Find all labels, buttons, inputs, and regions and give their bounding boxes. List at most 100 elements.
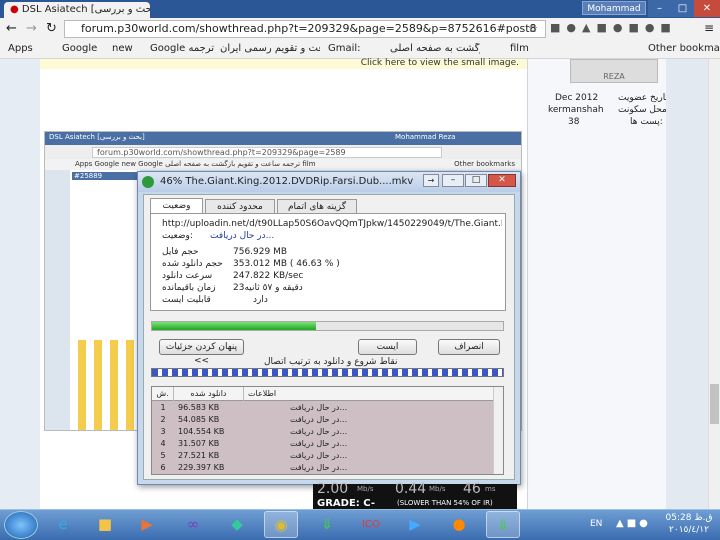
speed-grade: GRADE: C-: [317, 498, 375, 509]
join-date-label: تاریخ عضویت:: [618, 93, 671, 103]
image-notice[interactable]: Click here to view the small image.: [40, 59, 527, 69]
table-row[interactable]: 4 31.507 KB در حال دریافت...: [152, 438, 493, 450]
page-margin: [666, 59, 708, 509]
status-value: در حال دریافت...: [210, 231, 275, 241]
dialog-tray-button[interactable]: →: [423, 174, 439, 187]
clock-date[interactable]: ٢٠١٥/٤/١٢: [664, 525, 714, 535]
menu-icon[interactable]: ≡: [704, 21, 714, 35]
table-row[interactable]: 1 96.583 KB در حال دریافت...: [152, 402, 493, 414]
player-icon[interactable]: ▶: [398, 511, 432, 538]
tab-speed-limiter[interactable]: محدود کننده سرعت: [205, 199, 275, 226]
avatar-name: REZA: [603, 72, 625, 81]
embedded-tab-title: DSL Asiatech [بحث و بررسی]: [49, 133, 145, 141]
location-label: محل سکونت:: [618, 105, 670, 115]
bookmark-new[interactable]: new: [112, 43, 133, 54]
bookmark-gmail[interactable]: Gmail:: [328, 43, 361, 54]
ico-app-icon[interactable]: ICO: [354, 511, 388, 538]
row-downloaded: 27.521 KB: [178, 451, 220, 460]
language-indicator[interactable]: EN: [590, 519, 602, 529]
clock-time[interactable]: 05:28 ق.ظ: [664, 513, 714, 523]
close-button[interactable]: ✕: [694, 0, 720, 17]
row-info: در حال دریافت...: [290, 439, 348, 448]
bookmark-home[interactable]: بازگشت به صفحه اصلی ®: [390, 43, 480, 54]
media-player-icon[interactable]: ▶: [130, 511, 164, 538]
tray-icons[interactable]: ▲■●: [616, 518, 651, 529]
field-value-remaining: 23دقیقه و ٥٧ ثانیه: [233, 283, 303, 293]
speed-note: (SLOWER THAN 54% OF IR): [397, 499, 493, 507]
tab-completion-options[interactable]: گزینه های اتمام دانلود: [277, 199, 357, 226]
chrome-icon[interactable]: ◉: [264, 511, 298, 538]
table-row[interactable]: 5 27.521 KB در حال دریافت...: [152, 450, 493, 462]
tab-download-status[interactable]: وضعیت دانلود: [150, 198, 203, 225]
hide-details-button[interactable]: پنهان کردن جزئیات <<: [159, 339, 244, 366]
bookmark-apps[interactable]: Apps: [8, 43, 33, 54]
col-header-info[interactable]: اطلاعات: [244, 387, 493, 401]
idm-icon[interactable]: ⇓: [310, 511, 344, 538]
row-downloaded: 54.085 KB: [178, 415, 220, 424]
field-value-size: 756.929 MB: [233, 247, 288, 257]
embedded-user: Mohammad Reza: [395, 133, 456, 141]
app-icon[interactable]: ◆: [220, 511, 254, 538]
upload-speed: 0.44: [395, 481, 427, 497]
row-num: 5: [160, 451, 166, 460]
download-unit: Mb/s: [357, 485, 374, 493]
field-label-resume: قابلیت ایست: [162, 295, 211, 305]
dialog-close-button[interactable]: ✕: [488, 174, 516, 187]
other-bookmarks[interactable]: Other bookmarks: [648, 43, 720, 54]
forward-icon[interactable]: →: [26, 21, 37, 36]
visual-studio-icon[interactable]: ∞: [176, 511, 210, 538]
bookmark-translate[interactable]: Google ترجمه: [150, 43, 214, 54]
field-label-speed: سرعت دانلود: [162, 271, 213, 281]
firefox-icon[interactable]: ●: [442, 511, 476, 538]
embedded-bookmarks-text: Apps Google new Google ترجمه ساعت و تقوی…: [75, 160, 316, 168]
dialog-minimize-button[interactable]: –: [442, 174, 464, 187]
bookmark-calendar[interactable]: ساعت و تقویم رسمی ایران...: [220, 43, 320, 54]
segments-bar: [151, 368, 504, 377]
minimize-button[interactable]: –: [648, 0, 671, 17]
dialog-maximize-button[interactable]: □: [465, 174, 487, 187]
row-num: 1: [160, 403, 166, 412]
row-info: در حال دریافت...: [290, 463, 348, 472]
row-info: در حال دریافت...: [290, 451, 348, 460]
scrollbar-thumb[interactable]: [710, 384, 719, 424]
maximize-button[interactable]: □: [671, 0, 694, 17]
connections-header: ش. دانلود شده اطلاعات: [152, 387, 493, 401]
download-speed: 2.00: [317, 481, 349, 497]
browser-tab[interactable]: ● DSL Asiatech [بحث و بررسی] ×: [4, 2, 150, 18]
explorer-icon[interactable]: ■: [88, 511, 122, 538]
col-header-num[interactable]: ش.: [152, 387, 174, 401]
profile-button[interactable]: Mohammad Reza: [582, 1, 646, 28]
star-icon[interactable]: ☆: [528, 22, 538, 35]
row-num: 2: [160, 415, 166, 424]
list-scrollbar[interactable]: [493, 387, 503, 474]
row-downloaded: 31.507 KB: [178, 439, 220, 448]
avatar[interactable]: REZA: [570, 59, 658, 83]
posts-value: 38: [568, 117, 580, 127]
tab-favicon-icon: ●: [10, 4, 19, 15]
field-value-downloaded: 353.012 MB ( 46.63 % ): [233, 259, 340, 269]
connections-rows: 1 96.583 KB در حال دریافت... 2 54.085 KB در …: [152, 402, 493, 474]
page-scrollbar[interactable]: [708, 59, 720, 509]
cancel-button[interactable]: انصراف: [438, 339, 500, 355]
bookmark-google[interactable]: Google: [62, 43, 97, 54]
embedded-bookmarks: Apps Google new Google ترجمه ساعت و تقوی…: [45, 159, 521, 170]
extension-icons[interactable]: ■●▲■●■●■: [550, 21, 700, 37]
join-date-value: Dec 2012: [555, 93, 599, 103]
idm-active-icon[interactable]: ⇓: [486, 511, 520, 538]
row-downloaded: 96.583 KB: [178, 403, 220, 412]
ping-unit: ms: [485, 485, 496, 493]
back-icon[interactable]: ←: [6, 21, 17, 36]
ping-value: 46: [463, 481, 481, 497]
reload-icon[interactable]: ↻: [46, 21, 57, 36]
table-row[interactable]: 2 54.085 KB در حال دریافت...: [152, 414, 493, 426]
table-row[interactable]: 6 229.397 KB در حال دریافت...: [152, 462, 493, 474]
ie-icon[interactable]: e: [46, 511, 80, 538]
start-button[interactable]: [4, 511, 38, 539]
pause-button[interactable]: ایست: [358, 339, 417, 355]
bookmark-film[interactable]: film: [510, 43, 529, 54]
col-header-downloaded[interactable]: دانلود شده: [174, 387, 244, 401]
segments-label: نقاط شروع و دانلود به ترتیب اتصال: [264, 357, 398, 367]
speedtest-widget: 2.00 Mb/s 0.44 Mb/s 46 ms GRADE: C- (SLO…: [313, 481, 517, 509]
address-bar[interactable]: forum.p30world.com/showthread.php?t=2093…: [64, 20, 546, 38]
table-row[interactable]: 3 104.554 KB در حال دریافت...: [152, 426, 493, 438]
